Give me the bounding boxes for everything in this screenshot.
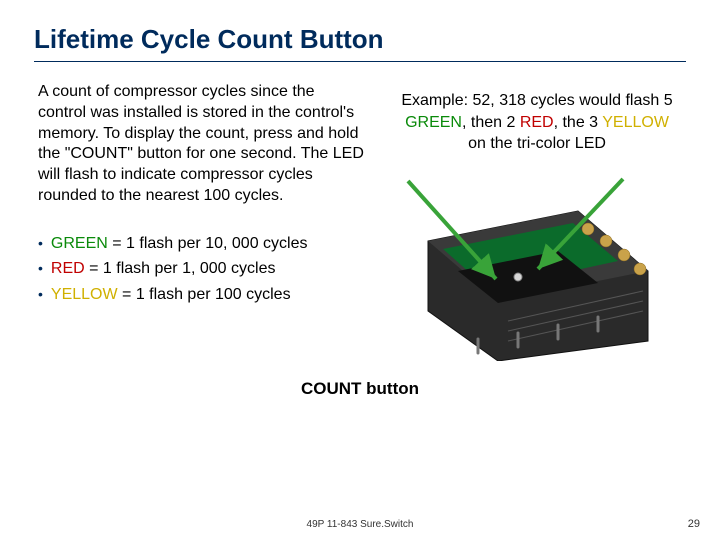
count-button-caption: COUNT button (34, 379, 686, 399)
device-icon (388, 171, 668, 361)
intro-paragraph: A count of compressor cycles since the c… (34, 82, 364, 207)
legend-green: • GREEN = 1 flash per 10, 000 cycles (38, 231, 364, 257)
legend-yellow: • YELLOW = 1 flash per 100 cycles (38, 282, 364, 308)
page-number: 29 (688, 518, 700, 530)
footer-text: 49P 11-843 Sure.Switch (0, 519, 720, 530)
example-text: Example: 52, 318 cycles would flash 5 GR… (388, 82, 686, 155)
bullet-dot-icon: • (38, 283, 43, 305)
bullet-dot-icon: • (38, 257, 43, 279)
device-illustration (388, 171, 668, 361)
slide-title: Lifetime Cycle Count Button (34, 24, 686, 62)
bullet-dot-icon: • (38, 232, 43, 254)
legend-red: • RED = 1 flash per 1, 000 cycles (38, 256, 364, 282)
flash-legend: • GREEN = 1 flash per 10, 000 cycles • R… (34, 231, 364, 308)
